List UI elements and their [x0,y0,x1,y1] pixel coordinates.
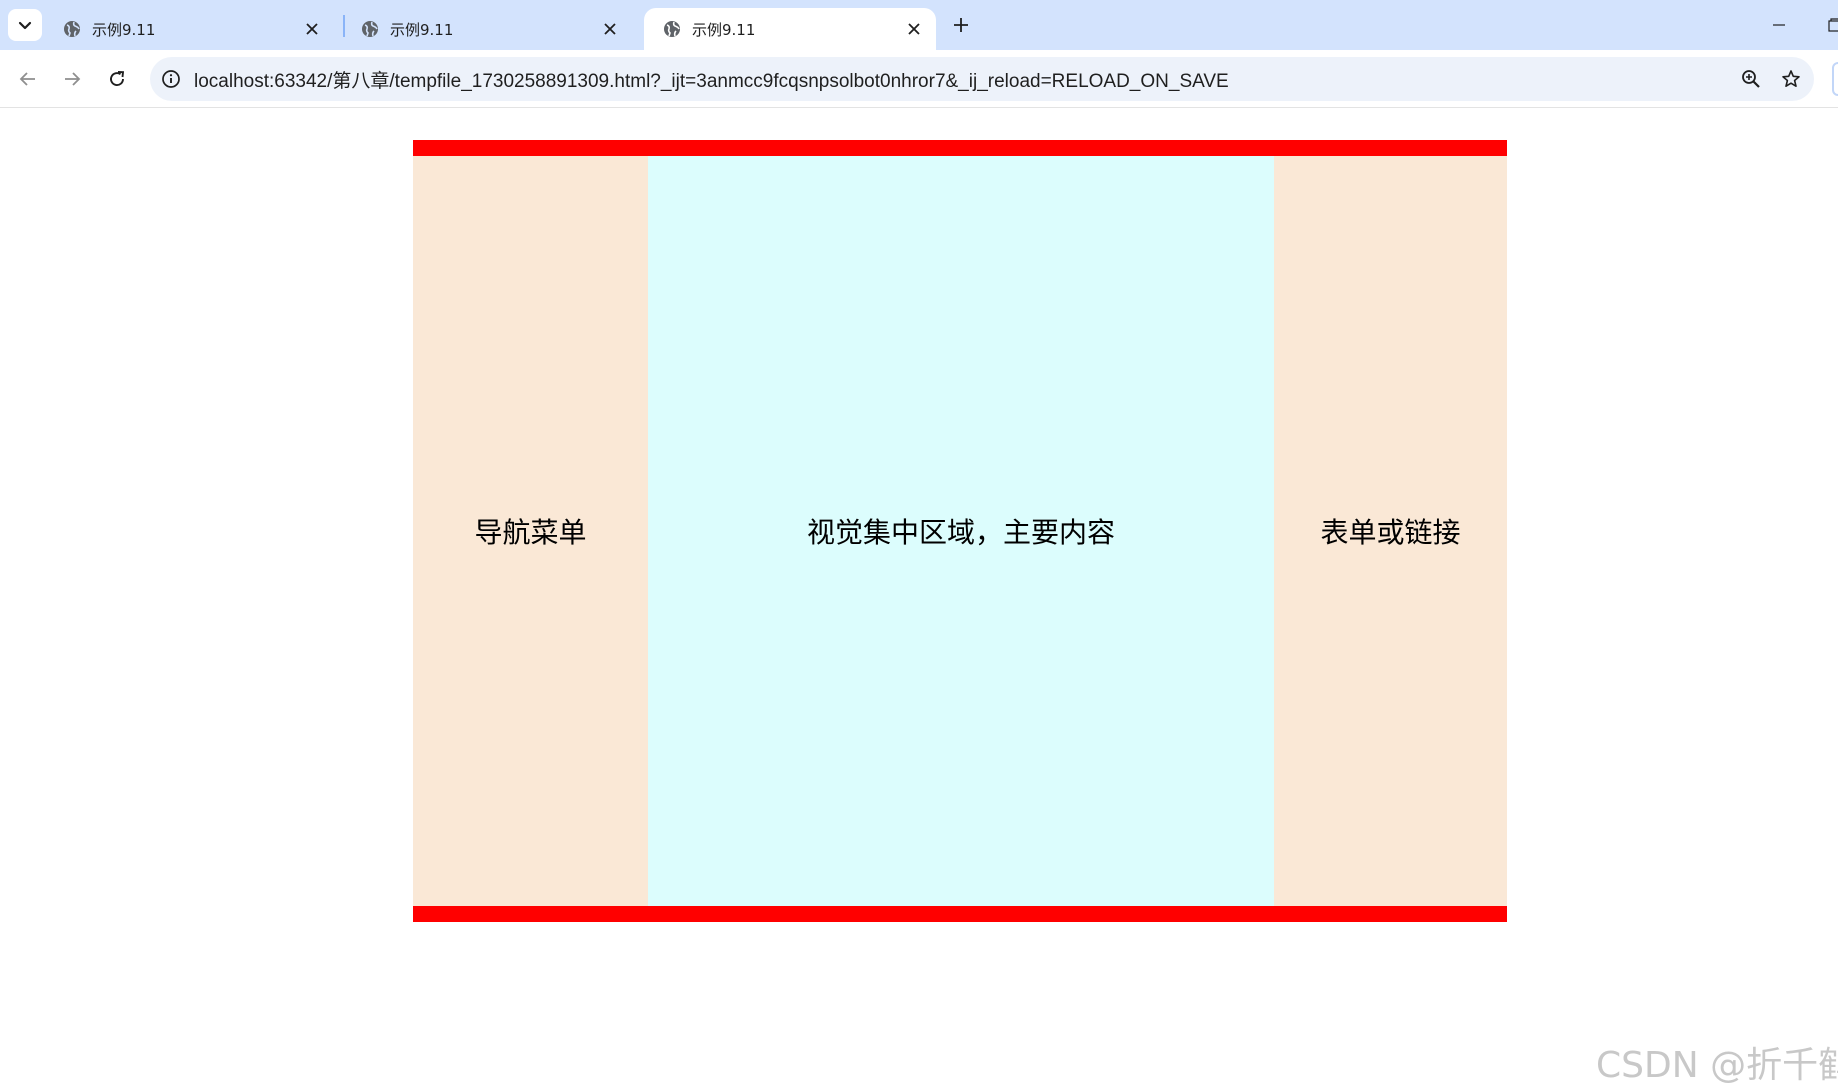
address-bar[interactable]: localhost:63342/第八章/tempfile_17302588913… [150,57,1814,101]
plus-icon [954,18,968,32]
bottom-red-bar [413,906,1507,922]
restore-icon [1828,18,1838,32]
form-links-column: 表单或链接 [1274,156,1507,906]
info-icon[interactable] [158,66,184,92]
page-viewport: 导航菜单 视觉集中区域，主要内容 表单或链接 [0,109,1838,1091]
globe-icon [662,19,682,39]
main-content-label: 视觉集中区域，主要内容 [806,516,1115,549]
tab-search-button[interactable] [8,9,42,41]
zoom-icon[interactable] [1734,62,1768,96]
close-icon[interactable] [902,17,926,41]
url-text[interactable]: localhost:63342/第八章/tempfile_17302588913… [194,66,1734,93]
restore-button[interactable] [1820,10,1838,40]
close-icon[interactable] [598,17,622,41]
form-links-label: 表单或链接 [1320,516,1461,549]
back-button[interactable] [11,62,45,96]
nav-menu-column: 导航菜单 [413,156,648,906]
watermark: CSDN @折千鹤 [1596,1045,1838,1086]
globe-icon [62,19,82,39]
browser-toolbar: localhost:63342/第八章/tempfile_17302588913… [0,50,1838,108]
new-tab-button[interactable] [946,10,976,40]
reload-icon [110,71,125,86]
tab-1[interactable]: 示例9.11 [44,8,334,50]
tab-title: 示例9.11 [92,20,156,39]
tab-search-icon [18,21,32,30]
top-red-bar [413,140,1507,156]
tab-2[interactable]: 示例9.11 [342,8,632,50]
nav-menu-label: 导航菜单 [474,516,587,549]
minimize-icon [1773,24,1785,26]
minimize-button[interactable] [1764,10,1794,40]
tab-title: 示例9.11 [692,20,756,39]
close-icon[interactable] [300,17,324,41]
reload-button[interactable] [100,62,134,96]
globe-icon [360,19,380,39]
tab-strip: 示例9.11 示例9.11 示例9.11 [0,0,1838,50]
forward-button[interactable] [55,62,89,96]
main-content-column: 视觉集中区域，主要内容 [648,156,1274,906]
forward-arrow-icon [65,72,81,86]
star-icon[interactable] [1774,62,1808,96]
profile-button[interactable] [1832,62,1838,96]
tab-3-active[interactable]: 示例9.11 [644,8,936,50]
layout-container: 导航菜单 视觉集中区域，主要内容 表单或链接 [413,140,1507,922]
back-arrow-icon [19,72,35,86]
tab-title: 示例9.11 [390,20,454,39]
